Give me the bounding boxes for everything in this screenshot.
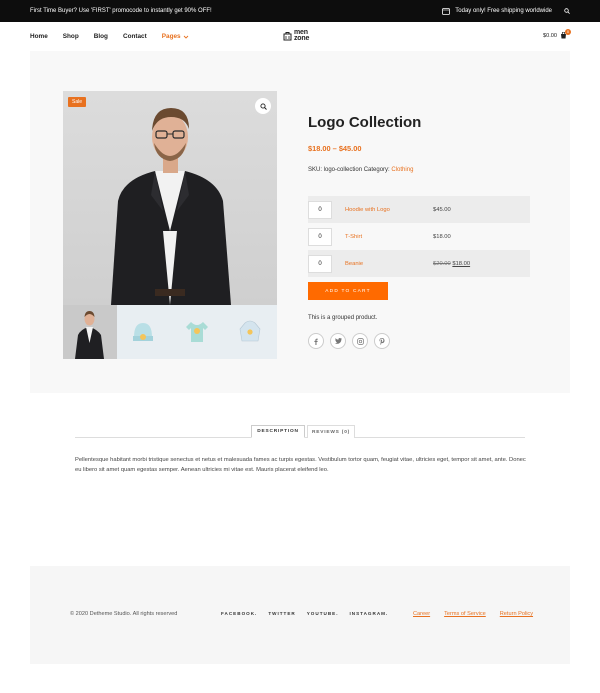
product-main-image[interactable] [63,91,277,305]
logo-text: men zone [294,29,310,42]
grouped-products-table: 0 Hoodie with Logo $45.00 0 T-Shirt $18.… [308,196,530,277]
copyright-text: © 2020 Detheme Studio. All rights reserv… [70,611,178,617]
sku-label: SKU: logo-collection Category: [308,167,390,173]
nav-shop[interactable]: Shop [63,33,79,40]
quantity-input[interactable]: 0 [308,254,332,273]
footer-twitter-link[interactable]: TWITTER [268,611,295,616]
pinterest-share-button[interactable] [374,333,390,349]
share-buttons [308,333,390,349]
search-button[interactable] [564,8,570,14]
model-thumbnail-image [75,311,105,359]
facebook-share-button[interactable] [308,333,324,349]
grouped-item-price: $45.00 [433,206,451,213]
site-logo[interactable]: men zone [283,29,310,42]
thumbnail-tshirt[interactable] [170,305,224,359]
footer-youtube-link[interactable]: YOUTUBE. [307,611,339,616]
cart-total: $0.00 [543,32,557,39]
cart-count-badge: 0 [565,29,571,35]
thumbnail-hoodie[interactable] [223,305,277,359]
grouped-row: 0 Beanie $20.00 $18.00 [308,250,530,277]
tab-description[interactable]: DESCRIPTION [251,425,305,438]
product-price-range: $18.00 – $45.00 [308,144,362,153]
sale-badge: Sale [68,97,87,107]
sale-price: $18.00 [452,260,471,267]
twitter-share-button[interactable] [330,333,346,349]
add-to-cart-button[interactable]: ADD TO CART [308,282,388,300]
tshirt-icon [185,322,208,342]
twitter-icon [334,338,342,344]
cart-button[interactable]: $0.00 0 [543,29,571,39]
footer-links: Career Terms of Service Return Policy [413,611,533,617]
nav-home[interactable]: Home [30,33,48,40]
grouped-item-price: $20.00 $18.00 [433,261,470,267]
footer-facebook-link[interactable]: FACEBOOK. [221,611,257,616]
shipping-notice: Today only! Free shipping worldwide [442,7,552,15]
tab-reviews[interactable]: REVIEWS (0) [307,425,355,438]
nav-blog[interactable]: Blog [94,33,108,40]
footer-return-policy-link[interactable]: Return Policy [500,611,533,617]
pinterest-icon [379,337,385,345]
grouped-product-note: This is a grouped product. [308,315,378,321]
footer-career-link[interactable]: Career [413,611,430,617]
product-description: Pellentesque habitant morbi tristique se… [75,457,526,473]
thumbnail-model[interactable] [63,305,117,359]
quantity-input[interactable]: 0 [308,200,332,219]
footer-instagram-link[interactable]: INSTAGRAM. [349,611,388,616]
footer-social-links: FACEBOOK. TWITTER YOUTUBE. INSTAGRAM. [221,611,388,616]
truck-icon [442,7,451,15]
chevron-down-icon [183,35,188,39]
grouped-item-link[interactable]: Hoodie with Logo [332,207,433,213]
logo-text-line2: zone [294,35,310,42]
product-title: Logo Collection [308,114,422,131]
grouped-item-price: $18.00 [433,233,451,240]
grouped-row: 0 Hoodie with Logo $45.00 [308,196,530,223]
logo-icon [283,32,292,41]
thumbnail-beanie[interactable] [116,305,170,359]
shipping-text: Today only! Free shipping worldwide [455,8,552,14]
announcement-bar: First Time Buyer? Use 'FIRST' promocode … [0,0,600,22]
nav-pages-label: Pages [161,33,181,40]
footer-terms-link[interactable]: Terms of Service [444,611,486,617]
grouped-item-link[interactable]: T-Shirt [332,234,433,240]
quantity-input[interactable]: 0 [308,227,332,246]
instagram-share-button[interactable] [352,333,368,349]
grouped-item-link[interactable]: Beanie [332,261,433,267]
search-icon [564,8,570,14]
magnifier-icon [259,102,267,110]
hoodie-icon [239,320,261,342]
grouped-row: 0 T-Shirt $18.00 [308,223,530,250]
model-photo [111,108,231,305]
nav-contact[interactable]: Contact [123,33,147,40]
category-link[interactable]: Clothing [391,167,413,173]
product-meta: SKU: logo-collection Category: Clothing [308,167,413,173]
promo-text: First Time Buyer? Use 'FIRST' promocode … [30,8,212,14]
product-tabs: DESCRIPTION REVIEWS (0) [75,425,525,438]
zoom-button[interactable] [255,98,271,114]
beanie-icon [133,323,154,341]
instagram-icon [356,337,364,345]
old-price: $20.00 [433,260,451,267]
facebook-icon [314,338,318,345]
product-thumbnails [63,305,277,359]
nav-pages[interactable]: Pages [162,33,189,40]
